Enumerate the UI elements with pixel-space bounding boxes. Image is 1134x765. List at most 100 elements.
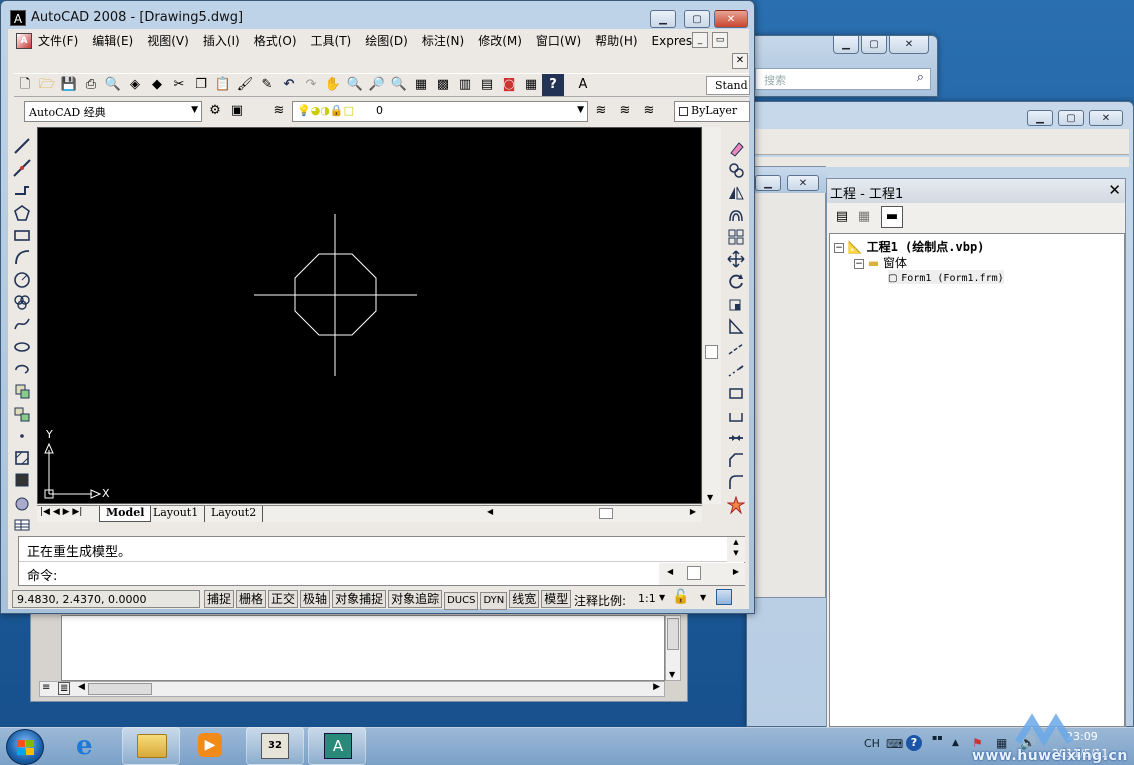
chevron-down-icon[interactable]: ▼ [577,105,584,115]
doc-close-button[interactable]: ✕ [732,53,748,69]
annotation-scale-value[interactable]: 1:1 [638,592,656,605]
arc-icon[interactable] [11,246,33,268]
insert-block-icon[interactable] [11,380,33,402]
close-button[interactable]: ✕ [889,36,929,54]
layer-previous-icon[interactable]: ≋ [614,100,636,122]
status-ortho[interactable]: 正交 [268,590,299,608]
calculator-icon[interactable]: ▦ [520,74,542,96]
tree-folder[interactable]: − ▬ 窗体 [854,254,907,271]
status-polar[interactable]: 极轴 [300,590,331,608]
make-current-layer-icon[interactable]: ≋ [590,100,612,122]
properties-icon[interactable]: ▦ [410,74,432,96]
3d-dwf-icon[interactable]: ◆ [146,74,168,96]
sheet-set-icon[interactable]: ▤ [476,74,498,96]
minimize-button[interactable]: ▁ [755,175,781,191]
taskbar-explorer[interactable] [122,727,180,765]
search-icon[interactable]: ⌕ [917,70,924,85]
break-at-point-icon[interactable] [725,382,747,404]
stretch-icon[interactable] [725,315,747,337]
horizontal-scrollbar[interactable]: ≡ ≣ ◀ ▶ [39,681,665,697]
status-lineweight[interactable]: 线宽 [509,590,540,608]
mirror-icon[interactable] [725,182,747,204]
break-icon[interactable] [725,405,747,427]
new-icon[interactable]: 🗋 [14,74,36,96]
doc-minimize-button[interactable]: _ [692,32,708,48]
status-ducs[interactable]: DUCS [444,592,479,610]
command-horizontal-scrollbar[interactable]: ◀ ▶ [659,563,745,585]
rectangle-icon[interactable] [11,224,33,246]
language-indicator[interactable]: CH [864,737,880,750]
view-code-icon[interactable]: ▤ [831,206,853,228]
chevron-down-icon[interactable]: ▼ [191,105,198,115]
tab-model[interactable]: Model [99,506,152,522]
menu-help[interactable]: 帮助(H) [595,32,637,49]
start-button[interactable] [6,729,44,765]
module-view-icon[interactable]: ≣ [58,682,71,695]
move-icon[interactable] [725,248,747,270]
close-button[interactable]: ✕ [714,10,748,28]
table-icon[interactable] [11,514,33,536]
polygon-icon[interactable] [11,202,33,224]
maximize-button[interactable]: ▢ [684,10,710,28]
collapse-icon[interactable]: − [854,258,864,269]
join-icon[interactable] [725,427,747,449]
my-workspace-icon[interactable]: ▣ [226,100,248,122]
extend-icon[interactable] [725,360,747,382]
chamfer-icon[interactable] [725,449,747,471]
region-icon[interactable] [11,492,33,514]
maximize-button[interactable]: ▢ [861,36,887,54]
help-icon[interactable]: ? [906,735,922,751]
status-otrack[interactable]: 对象追踪 [388,590,443,608]
make-block-icon[interactable] [11,403,33,425]
polyline-icon[interactable] [11,180,33,202]
point-icon[interactable] [11,425,33,447]
open-icon[interactable]: 🗁 [36,74,58,96]
canvas-horizontal-scrollbar[interactable]: ◀ ▶ [477,507,700,521]
explode-icon[interactable] [725,494,747,516]
tree-root[interactable]: − 📐 工程1 (绘制点.vbp) [834,238,984,255]
procedure-view-icon[interactable]: ≡ [42,682,50,693]
document-icon[interactable]: A [16,32,32,49]
chevron-down-icon[interactable]: ▼ [659,593,665,602]
menu-view[interactable]: 视图(V) [147,32,189,49]
view-object-icon[interactable]: ▦ [853,206,875,228]
menu-file[interactable]: 文件(F) [38,32,78,49]
tab-nav-first[interactable]: |◀ ◀ ▶ ▶| [40,507,82,517]
close-icon[interactable]: ✕ [1108,181,1121,199]
taskbar-ie[interactable]: e [62,727,120,765]
trim-icon[interactable] [725,338,747,360]
minimize-button[interactable]: ▁ [650,10,676,28]
command-input[interactable]: 命令: [19,562,659,585]
keyboard-icon[interactable]: ⌨ [886,737,903,751]
ellipse-arc-icon[interactable] [11,358,33,380]
taskbar-vb6[interactable]: 32 [246,727,304,765]
copy-icon[interactable]: ❐ [190,74,212,96]
status-model[interactable]: 模型 [541,590,572,608]
drawing-canvas[interactable]: Y X [37,127,702,504]
markup-icon[interactable]: ◙ [498,74,520,96]
plot-preview-icon[interactable]: 🔍 [102,74,124,96]
save-icon[interactable]: 💾 [58,74,80,96]
status-dyn[interactable]: DYN [480,592,508,610]
canvas-vertical-scrollbar[interactable]: ▼ [703,127,721,504]
close-button[interactable]: ✕ [787,175,819,191]
scale-icon[interactable] [725,293,747,315]
erase-icon[interactable] [725,137,747,159]
layer-select[interactable]: 💡◕◑🔒□ 0 ▼ [292,101,588,122]
print-icon[interactable]: ⎙ [80,74,102,96]
minimize-button[interactable]: ▁ [833,36,859,54]
menu-draw[interactable]: 绘图(D) [365,32,408,49]
taskbar-autocad[interactable]: A [308,727,366,765]
text-style-field[interactable]: Stand [706,76,750,95]
show-hidden-icons[interactable]: ▲ [952,738,959,748]
collapse-icon[interactable]: − [834,242,844,253]
undo-icon[interactable]: ↶ [278,74,300,96]
layer-states-icon[interactable]: ≋ [638,100,660,122]
zoom-realtime-icon[interactable]: 🔍 [344,74,366,96]
redo-icon[interactable]: ↷ [300,74,322,96]
offset-icon[interactable] [725,204,747,226]
publish-icon[interactable]: ◈ [124,74,146,96]
hatch-icon[interactable] [11,447,33,469]
command-scrollbar[interactable]: ▲ ▼ [727,537,745,562]
ellipse-icon[interactable] [11,336,33,358]
